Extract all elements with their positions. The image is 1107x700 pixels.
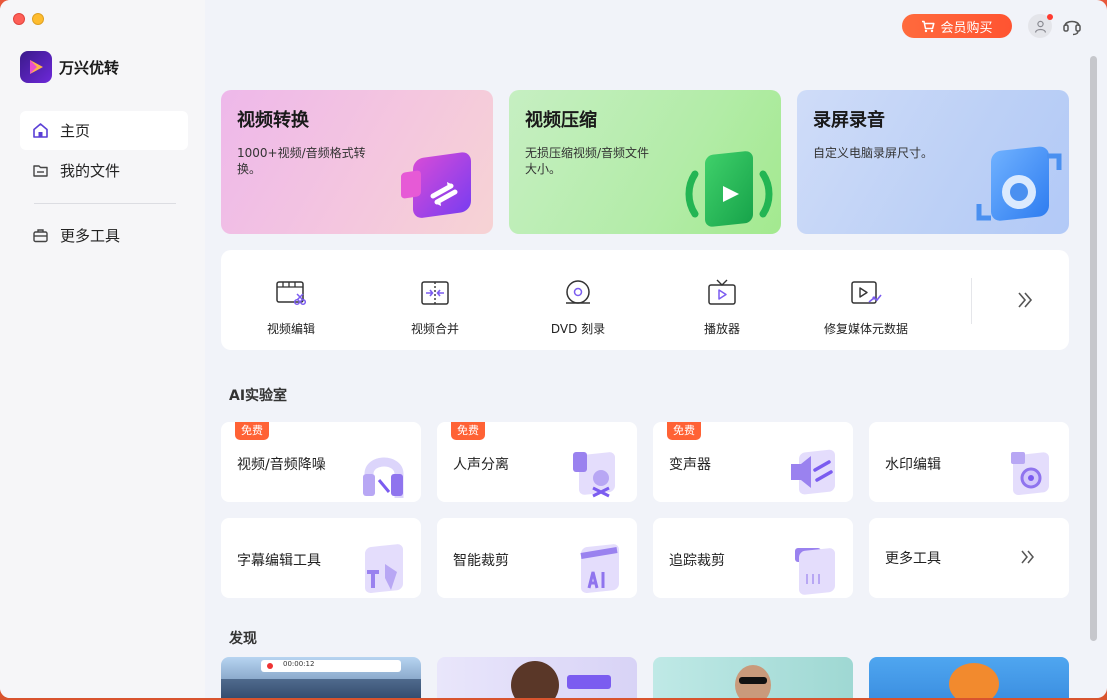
tool-label: DVD 刻录 [550, 322, 606, 336]
metadata-fix-icon [851, 281, 882, 304]
card-label: 水印编辑 [885, 457, 941, 473]
tools-bar: 视频编辑 视频合并 DVD 刻录 播放器 修复媒体元数据 [221, 250, 1069, 350]
hero-desc: 自定义电脑录屏尺寸。 [813, 146, 934, 160]
vocal-separation-icon [573, 452, 615, 498]
tool-video-edit[interactable]: 视频编辑 [221, 250, 361, 350]
hero-video-compress[interactable]: 视频压缩 无损压缩视频/音频文件大小。 [509, 90, 781, 234]
user-icon [1034, 20, 1046, 33]
tool-fix-metadata[interactable]: 修复媒体元数据 [796, 250, 936, 350]
ai-card-tracking-crop[interactable]: 追踪裁剪 [653, 518, 853, 598]
ui-chip [567, 675, 611, 689]
discover-card-1[interactable]: 00:00:12 [221, 657, 421, 698]
hero-title: 录屏录音 [813, 110, 885, 131]
discover-card-3[interactable] [653, 657, 853, 698]
hero-desc: 无损压缩视频/音频文件大小。 [525, 146, 650, 176]
discover-card-2[interactable] [437, 657, 637, 698]
close-window-button[interactable] [13, 13, 25, 25]
notification-dot [1047, 14, 1053, 20]
hero-title: 视频转换 [237, 110, 309, 131]
convert-illustration-icon [401, 152, 471, 218]
tool-video-merge[interactable]: 视频合并 [365, 250, 505, 350]
mountain-scene [221, 679, 421, 698]
card-label: 智能裁剪 [453, 553, 509, 569]
double-chevron-right-icon[interactable] [1013, 288, 1037, 312]
smart-crop-icon [580, 544, 619, 593]
dvd-icon [566, 280, 590, 304]
player-time: 00:00:12 [283, 660, 315, 668]
player-toolbar: 00:00:12 [261, 660, 401, 672]
cart-icon [922, 20, 936, 32]
card-label: 更多工具 [885, 551, 941, 567]
ai-card-vocal-separation[interactable]: 免费 人声分离 [437, 422, 637, 502]
app-window: 万兴优转 主页 我的文件 更多工具 会员购买 视频转换 1000+视频/音频格式… [0, 0, 1107, 698]
sidebar-item-my-files[interactable]: 我的文件 [20, 151, 188, 190]
hero-title: 视频压缩 [525, 110, 597, 131]
section-title-discover: 发现 [229, 631, 257, 647]
section-title-ai-lab: AI实验室 [229, 388, 288, 404]
hero-screen-record[interactable]: 录屏录音 自定义电脑录屏尺寸。 [797, 90, 1069, 234]
free-badge: 免费 [235, 422, 269, 440]
double-chevron-right-icon [1021, 550, 1034, 564]
app-name: 万兴优转 [59, 58, 120, 77]
scrollbar-thumb[interactable] [1090, 56, 1097, 641]
record-dot-icon [267, 663, 273, 669]
tool-label: 修复媒体元数据 [823, 322, 908, 336]
sidebar-item-more-tools[interactable]: 更多工具 [20, 216, 188, 255]
subtitle-icon [365, 544, 403, 593]
tool-dvd-burn[interactable]: DVD 刻录 [508, 250, 648, 350]
sunglasses-icon [739, 677, 767, 684]
compress-illustration-icon [685, 151, 773, 227]
sidebar: 万兴优转 主页 我的文件 更多工具 [0, 0, 205, 698]
ai-card-smart-crop[interactable]: 智能裁剪 [437, 518, 637, 598]
person-image [511, 661, 559, 698]
purchase-button[interactable]: 会员购买 [902, 14, 1012, 38]
sidebar-divider [34, 203, 176, 204]
avatar[interactable] [1028, 14, 1053, 38]
watermark-icon [1011, 452, 1049, 495]
app-logo: 万兴优转 [20, 51, 119, 83]
tools-divider [971, 278, 972, 324]
hero-video-convert[interactable]: 视频转换 1000+视频/音频格式转换。 [221, 90, 493, 234]
sidebar-item-label: 主页 [60, 122, 91, 140]
sidebar-item-label: 我的文件 [60, 162, 121, 180]
purchase-label: 会员购买 [940, 20, 993, 36]
tool-label: 播放器 [703, 322, 740, 336]
tool-player[interactable]: 播放器 [652, 250, 792, 350]
ai-card-subtitle-edit[interactable]: 字幕编辑工具 [221, 518, 421, 598]
support-headset-icon[interactable] [1062, 15, 1082, 37]
card-label: 人声分离 [453, 457, 509, 473]
home-icon [32, 122, 49, 139]
card-label: 变声器 [669, 457, 711, 473]
tool-label: 视频合并 [410, 322, 459, 336]
record-illustration-icon [976, 146, 1062, 221]
ai-card-denoise[interactable]: 免费 视频/音频降噪 [221, 422, 421, 502]
tracking-crop-icon [795, 548, 835, 595]
sidebar-item-home[interactable]: 主页 [20, 111, 188, 150]
toolbox-icon [32, 227, 49, 244]
voice-changer-icon [791, 449, 835, 495]
minimize-window-button[interactable] [32, 13, 44, 25]
free-badge: 免费 [451, 422, 485, 440]
player-icon [708, 279, 736, 305]
video-edit-icon [276, 281, 307, 306]
tool-label: 视频编辑 [266, 322, 315, 336]
discover-card-4[interactable] [869, 657, 1069, 698]
card-label: 视频/音频降噪 [237, 457, 326, 473]
hero-desc: 1000+视频/音频格式转换。 [237, 146, 366, 176]
card-label: 追踪裁剪 [669, 553, 725, 569]
scrollbar[interactable] [1087, 52, 1099, 692]
sidebar-item-label: 更多工具 [60, 227, 121, 245]
denoise-icon [363, 457, 404, 498]
video-merge-icon [421, 281, 449, 305]
ai-card-more-tools[interactable]: 更多工具 [869, 518, 1069, 598]
ai-card-voice-changer[interactable]: 免费 变声器 [653, 422, 853, 502]
app-logo-icon [20, 51, 52, 83]
card-label: 字幕编辑工具 [237, 553, 321, 569]
person-image [949, 663, 999, 698]
ai-card-watermark-edit[interactable]: 水印编辑 [869, 422, 1069, 502]
free-badge: 免费 [667, 422, 701, 440]
folder-icon [32, 162, 49, 179]
